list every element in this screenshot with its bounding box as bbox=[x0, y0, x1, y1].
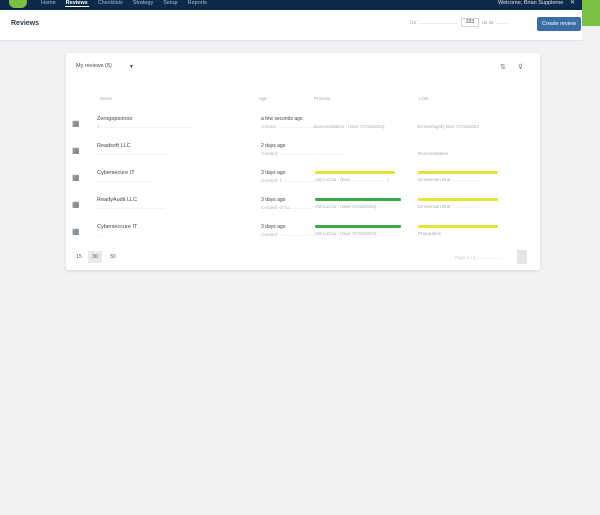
top-navbar: Home Reviews Checklists Strategy Setup R… bbox=[0, 0, 600, 10]
sort-icon[interactable]: ⇅ bbox=[500, 63, 506, 71]
row-name[interactable]: Zerogopsonoo bbox=[97, 116, 132, 122]
header-label: Us …………………… bbox=[410, 20, 458, 26]
row-modified-sub: Created: 07/11 …………… bbox=[261, 205, 315, 210]
row-name[interactable]: Readsoft LLC bbox=[97, 143, 131, 149]
row-process-text: AM LoCoo · (Due ……………………) bbox=[315, 177, 389, 182]
nav-link-reports[interactable]: Reports bbox=[187, 0, 208, 7]
row-faint-mark: …… bbox=[510, 171, 519, 176]
process-progress-bar bbox=[315, 198, 401, 201]
nav-link-home[interactable]: Home bbox=[40, 0, 57, 7]
nav-link-strategy[interactable]: Strategy bbox=[132, 0, 154, 7]
table-row[interactable]: ▦ Zerogopsonoo 1 …………………………………………………… a … bbox=[66, 112, 540, 138]
page-size-30[interactable]: 30 bbox=[88, 251, 102, 263]
row-process-text: AM LoCoo · (Due: 07/22/2024) bbox=[315, 231, 377, 236]
row-process-text: AM LoCoo · (Due: 07/12/2024) bbox=[315, 204, 377, 209]
corner-accent bbox=[582, 0, 600, 26]
row-lod-text: Preparation bbox=[418, 231, 442, 236]
row-name[interactable]: Cyberseccure IT bbox=[97, 224, 137, 230]
column-header-name[interactable]: Name bbox=[100, 96, 112, 101]
row-lod-text: Emmerlogrity Due: 07/13/2024 bbox=[418, 124, 480, 129]
row-sub: … bbox=[97, 232, 102, 237]
building-icon: ▦ bbox=[72, 119, 80, 128]
row-process-text: ………………… bbox=[314, 151, 346, 156]
nav-link-setup[interactable]: Setup bbox=[162, 0, 178, 7]
header-suffix: us ss ……… bbox=[482, 20, 511, 26]
row-modified-sub: Created: ……………………… bbox=[261, 151, 321, 156]
column-header-process[interactable]: Process bbox=[314, 96, 330, 101]
nav-links: Home Reviews Checklists Strategy Setup R… bbox=[40, 0, 208, 7]
next-page-button[interactable] bbox=[517, 250, 527, 264]
page-title: Reviews bbox=[11, 20, 40, 27]
page-size-15[interactable]: 15 bbox=[72, 251, 86, 263]
row-modified: 3 days ago bbox=[261, 170, 286, 176]
table-row[interactable]: ▦ Cybersecure IT ……………………………… 3 days ago… bbox=[66, 166, 540, 192]
process-progress-bar bbox=[315, 225, 401, 228]
page-info: Page 1 / 1 ……………… bbox=[455, 255, 504, 260]
building-icon: ▦ bbox=[72, 146, 80, 155]
row-modified: 3 days ago bbox=[261, 224, 286, 230]
row-sub: ……………………………………… bbox=[97, 205, 165, 210]
row-lod-text: Documentation bbox=[418, 151, 449, 156]
filter-icon[interactable]: ⊽ bbox=[518, 63, 523, 71]
row-sub: ………………………………………… bbox=[97, 151, 169, 156]
app-logo[interactable] bbox=[9, 0, 27, 8]
row-modified-sub: Created: …………………… bbox=[261, 232, 316, 237]
row-sub: 1 …………………………………………………… bbox=[97, 124, 191, 129]
row-faint-mark: …… bbox=[510, 198, 519, 203]
table-row[interactable]: ▦ Cyberseccure IT … 3 days ago Created: … bbox=[66, 220, 540, 246]
building-icon: ▦ bbox=[72, 200, 80, 209]
reviews-filter-select[interactable]: My reviews (5) bbox=[76, 63, 112, 69]
row-name[interactable]: Cybersecure IT bbox=[97, 170, 135, 176]
column-header-lod[interactable]: LOD bbox=[419, 96, 428, 101]
row-modified: 3 days ago bbox=[261, 197, 286, 203]
row-name[interactable]: ReadyAudit LLC bbox=[97, 197, 137, 203]
lod-progress-bar bbox=[418, 198, 498, 201]
header-count-field[interactable]: 333 bbox=[461, 18, 479, 27]
row-lod-text: Emmersion Due: ……………… bbox=[418, 177, 480, 182]
table-row[interactable]: ▦ ReadyAudit LLC ……………………………………… 3 days … bbox=[66, 193, 540, 219]
row-process-text: Documentation · (Due: 07/13/2024) bbox=[314, 124, 385, 129]
building-icon: ▦ bbox=[72, 227, 80, 236]
row-lod-text: Emmersion Due: ……………… bbox=[418, 204, 480, 209]
process-progress-bar bbox=[315, 171, 395, 174]
row-sub: ……………………………… bbox=[97, 178, 151, 183]
nav-link-checklists[interactable]: Checklists bbox=[97, 0, 124, 7]
welcome-text[interactable]: Welcome, Brian Suppleroe bbox=[498, 0, 563, 6]
lod-progress-bar bbox=[418, 171, 498, 174]
table-row[interactable]: ▦ Readsoft LLC ………………………………………… 2 days a… bbox=[66, 139, 540, 165]
close-icon[interactable]: ✕ bbox=[570, 0, 575, 6]
lod-progress-bar bbox=[418, 225, 498, 228]
page-size-50[interactable]: 50 bbox=[106, 251, 120, 263]
row-modified: 2 days ago bbox=[261, 143, 286, 149]
row-modified: a few seconds ago bbox=[261, 116, 303, 122]
chevron-down-icon[interactable]: ▼ bbox=[129, 64, 134, 70]
create-review-button[interactable]: Create review bbox=[537, 17, 581, 31]
row-modified-sub: Creator: ……………………… bbox=[261, 124, 320, 129]
reviews-card: My reviews (5) ▼ ⇅ ⊽ Name Age Process LO… bbox=[66, 53, 540, 270]
nav-link-reviews[interactable]: Reviews bbox=[64, 0, 89, 7]
building-icon: ▦ bbox=[72, 173, 80, 182]
column-header-age[interactable]: Age bbox=[259, 96, 267, 101]
